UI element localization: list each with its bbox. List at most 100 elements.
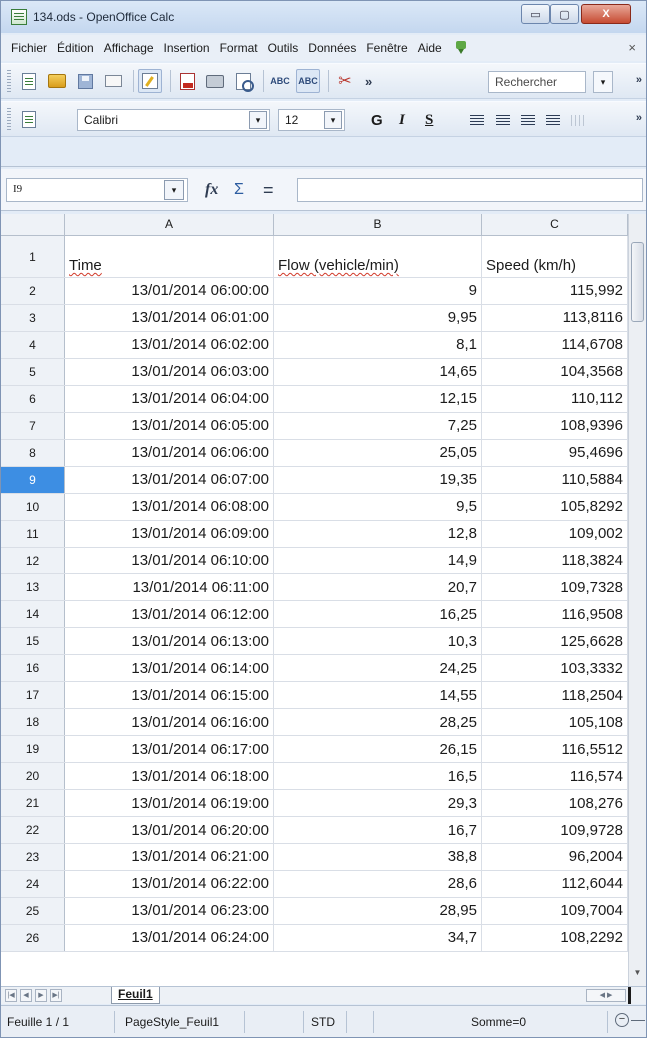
column-header-b[interactable]: B xyxy=(274,214,482,236)
time-cell[interactable]: 13/01/2014 06:07:00 xyxy=(65,466,274,493)
time-cell[interactable]: 13/01/2014 06:08:00 xyxy=(65,493,274,520)
cell[interactable]: Time xyxy=(65,236,274,277)
toolbar-more-icon[interactable]: » xyxy=(636,112,642,124)
flow-cell[interactable]: 16,7 xyxy=(274,817,482,844)
speed-cell[interactable]: 116,574 xyxy=(482,763,628,790)
flow-cell[interactable]: 7,25 xyxy=(274,412,482,439)
speed-cell[interactable]: 114,6708 xyxy=(482,331,628,358)
time-cell[interactable]: 13/01/2014 06:19:00 xyxy=(65,790,274,817)
speed-cell[interactable]: 112,6044 xyxy=(482,870,628,897)
flow-cell[interactable]: 19,35 xyxy=(274,466,482,493)
time-cell[interactable]: 13/01/2014 06:20:00 xyxy=(65,817,274,844)
close-document-button[interactable]: × xyxy=(628,40,636,55)
row-header[interactable]: 6 xyxy=(1,385,65,412)
row-header[interactable]: 24 xyxy=(1,870,65,897)
time-cell[interactable]: 13/01/2014 06:16:00 xyxy=(65,709,274,736)
speed-cell[interactable]: 105,8292 xyxy=(482,493,628,520)
row-header[interactable]: 5 xyxy=(1,358,65,385)
speed-cell[interactable]: 118,3824 xyxy=(482,547,628,574)
row-header[interactable]: 12 xyxy=(1,547,65,574)
flow-cell[interactable]: 14,55 xyxy=(274,682,482,709)
speed-cell[interactable]: 104,3568 xyxy=(482,358,628,385)
toolbar-grip[interactable] xyxy=(7,70,11,92)
flow-cell[interactable]: 38,8 xyxy=(274,844,482,870)
export-pdf-button[interactable] xyxy=(175,69,199,93)
speed-cell[interactable]: 110,5884 xyxy=(482,466,628,493)
edit-mode-button[interactable] xyxy=(138,69,162,93)
flow-cell[interactable]: 26,15 xyxy=(274,736,482,763)
flow-cell[interactable]: 9,95 xyxy=(274,304,482,331)
zoom-slider[interactable] xyxy=(631,1020,645,1021)
scroll-down-icon[interactable]: ▼ xyxy=(629,964,646,981)
row-header[interactable]: 3 xyxy=(1,304,65,331)
print-button[interactable] xyxy=(203,69,227,93)
speed-cell[interactable]: 118,2504 xyxy=(482,682,628,709)
row-header[interactable]: 21 xyxy=(1,790,65,817)
row-header[interactable]: 2 xyxy=(1,278,65,304)
flow-cell[interactable]: 16,25 xyxy=(274,601,482,628)
row-header[interactable]: 11 xyxy=(1,520,65,547)
flow-cell[interactable]: 12,8 xyxy=(274,520,482,547)
email-button[interactable] xyxy=(101,69,125,93)
italic-button[interactable]: I xyxy=(399,112,405,129)
font-name-dropdown[interactable]: ▾ xyxy=(249,111,267,129)
speed-cell[interactable]: 116,9508 xyxy=(482,601,628,628)
styles-button[interactable] xyxy=(17,107,41,131)
speed-cell[interactable]: 108,2292 xyxy=(482,924,628,951)
menu-aide[interactable]: Aide xyxy=(413,41,447,55)
row-header[interactable]: 22 xyxy=(1,817,65,844)
scroll-thumb[interactable] xyxy=(631,242,644,322)
flow-cell[interactable]: 28,6 xyxy=(274,870,482,897)
menu-format[interactable]: Format xyxy=(215,41,263,55)
name-box[interactable]: I9 xyxy=(6,178,188,202)
row-header[interactable]: 10 xyxy=(1,493,65,520)
previous-sheet-icon[interactable]: ◀ xyxy=(20,989,32,1002)
flow-cell[interactable]: 20,7 xyxy=(274,574,482,601)
flow-cell[interactable]: 24,25 xyxy=(274,655,482,682)
underline-button[interactable]: S xyxy=(425,112,433,129)
row-header[interactable]: 14 xyxy=(1,601,65,628)
flow-cell[interactable]: 28,25 xyxy=(274,709,482,736)
row-header[interactable]: 18 xyxy=(1,709,65,736)
menu-fichier[interactable]: Fichier xyxy=(6,41,52,55)
selection-mode[interactable]: STD xyxy=(311,1015,335,1029)
row-header[interactable]: 9 xyxy=(1,466,65,493)
time-cell[interactable]: 13/01/2014 06:14:00 xyxy=(65,655,274,682)
speed-cell[interactable]: 108,276 xyxy=(482,790,628,817)
select-all-corner[interactable] xyxy=(1,214,65,236)
cell[interactable]: Flow (vehicle/min) xyxy=(274,236,482,277)
speed-cell[interactable]: 105,108 xyxy=(482,709,628,736)
time-cell[interactable]: 13/01/2014 06:09:00 xyxy=(65,520,274,547)
close-window-button[interactable]: X xyxy=(581,4,631,24)
search-input[interactable]: Rechercher xyxy=(488,71,586,93)
row-header[interactable]: 19 xyxy=(1,736,65,763)
speed-cell[interactable]: 109,9728 xyxy=(482,817,628,844)
horizontal-scroll-icon[interactable]: ◀ ▶ xyxy=(586,989,626,1002)
time-cell[interactable]: 13/01/2014 06:15:00 xyxy=(65,682,274,709)
print-preview-button[interactable] xyxy=(231,69,255,93)
time-cell[interactable]: 13/01/2014 06:18:00 xyxy=(65,763,274,790)
menu-donnees[interactable]: Données xyxy=(303,41,361,55)
time-cell[interactable]: 13/01/2014 06:03:00 xyxy=(65,358,274,385)
flow-cell[interactable]: 34,7 xyxy=(274,924,482,951)
speed-cell[interactable]: 96,2004 xyxy=(482,844,628,870)
row-header[interactable]: 17 xyxy=(1,682,65,709)
column-header-a[interactable]: A xyxy=(65,214,274,236)
flow-cell[interactable]: 25,05 xyxy=(274,439,482,466)
time-cell[interactable]: 13/01/2014 06:04:00 xyxy=(65,385,274,412)
menu-insertion[interactable]: Insertion xyxy=(159,41,215,55)
menu-outils[interactable]: Outils xyxy=(263,41,304,55)
last-sheet-icon[interactable]: ▶| xyxy=(50,989,62,1002)
first-sheet-icon[interactable]: |◀ xyxy=(5,989,17,1002)
speed-cell[interactable]: 103,3332 xyxy=(482,655,628,682)
speed-cell[interactable]: 109,7328 xyxy=(482,574,628,601)
flow-cell[interactable]: 16,5 xyxy=(274,763,482,790)
align-right-icon[interactable] xyxy=(521,115,535,126)
flow-cell[interactable]: 9 xyxy=(274,278,482,304)
time-cell[interactable]: 13/01/2014 06:13:00 xyxy=(65,628,274,655)
name-box-dropdown[interactable]: ▾ xyxy=(164,180,184,200)
flow-cell[interactable]: 29,3 xyxy=(274,790,482,817)
time-cell[interactable]: 13/01/2014 06:02:00 xyxy=(65,331,274,358)
time-cell[interactable]: 13/01/2014 06:10:00 xyxy=(65,547,274,574)
row-header[interactable]: 7 xyxy=(1,412,65,439)
